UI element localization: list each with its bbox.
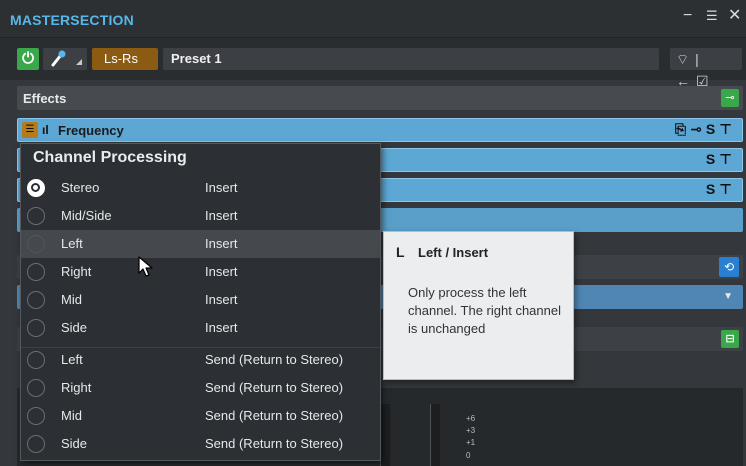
toolbar-actions[interactable]: ⌔|←☑ bbox=[670, 48, 742, 89]
menu-item-label: Mid bbox=[61, 408, 82, 423]
menu-item-label: Left bbox=[61, 236, 83, 251]
mouse-pointer-icon bbox=[138, 256, 153, 277]
power-button[interactable]: ⏻ bbox=[17, 48, 39, 70]
menu-item-left-insert[interactable]: Left Insert bbox=[21, 230, 380, 258]
bypass-toggle-icon[interactable]: ⊟ bbox=[721, 330, 739, 348]
slot-controls[interactable]: ⎘⊸S⊤ bbox=[675, 121, 736, 138]
scale-label: +6 bbox=[466, 414, 476, 423]
tooltip-shortcut-key: L bbox=[396, 244, 405, 260]
radio-selected-icon bbox=[27, 179, 45, 197]
channel-processing-menu: Channel Processing Stereo Insert Mid/Sid… bbox=[20, 143, 381, 461]
menu-item-label: Right bbox=[61, 264, 92, 279]
menu-item-mode: Send (Return to Stereo) bbox=[205, 408, 344, 423]
menu-item-mode: Insert bbox=[205, 208, 238, 223]
menu-item-mode: Send (Return to Stereo) bbox=[205, 380, 344, 395]
effect-slot-name: Frequency bbox=[58, 123, 124, 138]
close-icon[interactable]: ✕ bbox=[728, 8, 741, 24]
chevron-down-icon: ▼ bbox=[723, 291, 733, 302]
master-section-window: MASTERSECTION − ☰ ✕ ⏻ Ls-Rs Preset 1 ⌔|←… bbox=[0, 0, 746, 466]
menu-title: Channel Processing bbox=[33, 149, 187, 166]
effects-header: Effects ⊸ bbox=[17, 86, 743, 110]
menu-item-label: Left bbox=[61, 352, 83, 367]
menu-item-mode: Insert bbox=[205, 320, 238, 335]
dither-icon[interactable]: ⟲ bbox=[719, 257, 739, 277]
channel-routing-dropdown[interactable]: Ls-Rs bbox=[92, 48, 158, 70]
radio-icon bbox=[27, 379, 45, 397]
menu-item-mode: Send (Return to Stereo) bbox=[205, 352, 344, 367]
menu-item-side-insert[interactable]: Side Insert bbox=[21, 314, 380, 342]
meter-column-left bbox=[380, 404, 390, 466]
menu-item-mid-insert[interactable]: Mid Insert bbox=[21, 286, 380, 314]
minimize-icon[interactable]: − bbox=[683, 8, 692, 24]
menu-item-label: Stereo bbox=[61, 180, 100, 195]
menu-item-label: Mid/Side bbox=[61, 208, 112, 223]
radio-icon bbox=[27, 351, 45, 369]
menu-item-mode: Insert bbox=[205, 292, 238, 307]
radio-icon bbox=[27, 407, 45, 425]
tooltip-description: Only process the left channel. The right… bbox=[408, 285, 561, 336]
menu-item-stereo-insert[interactable]: Stereo Insert bbox=[21, 174, 380, 202]
radio-icon bbox=[27, 435, 45, 453]
menu-item-mode: Send (Return to Stereo) bbox=[205, 436, 344, 451]
menu-item-side-send[interactable]: Side Send (Return to Stereo) bbox=[21, 430, 380, 458]
menu-item-right-insert[interactable]: Right Insert bbox=[21, 258, 380, 286]
radio-icon bbox=[27, 207, 45, 225]
radio-icon bbox=[27, 235, 45, 253]
frequency-plugin-icon: ıl bbox=[42, 123, 49, 137]
menu-item-label: Side bbox=[61, 320, 88, 335]
preset-field[interactable]: Preset 1 bbox=[163, 48, 659, 70]
title-bar: MASTERSECTION − ☰ ✕ bbox=[0, 0, 746, 38]
plugin-bypass-icon[interactable]: ⊸ bbox=[721, 89, 739, 107]
scale-label: +3 bbox=[466, 426, 476, 435]
scale-label: +1 bbox=[466, 438, 476, 447]
meter-column-right bbox=[430, 404, 440, 466]
menu-item-left-send[interactable]: Left Send (Return to Stereo) bbox=[21, 346, 380, 374]
menu-item-label: Mid bbox=[61, 292, 82, 307]
menu-item-right-send[interactable]: Right Send (Return to Stereo) bbox=[21, 374, 380, 402]
microphone-button[interactable] bbox=[43, 48, 87, 70]
menu-item-mode: Insert bbox=[205, 264, 238, 279]
microphone-icon bbox=[51, 50, 82, 67]
window-title: MASTERSECTION bbox=[10, 12, 134, 28]
radio-icon bbox=[27, 291, 45, 309]
slot-menu-icon[interactable]: ☰ bbox=[22, 122, 38, 138]
slot-controls[interactable]: S⊤ bbox=[706, 151, 736, 168]
menu-item-midside-insert[interactable]: Mid/Side Insert bbox=[21, 202, 380, 230]
slot-controls[interactable]: S⊤ bbox=[706, 181, 736, 198]
tooltip-heading: Left / Insert bbox=[418, 245, 489, 260]
panel-menu-icon[interactable]: ☰ bbox=[706, 8, 718, 24]
radio-icon bbox=[27, 263, 45, 281]
scale-label: 0 bbox=[466, 451, 471, 460]
effect-slot-frequency[interactable]: ☰ ıl Frequency ⎘⊸S⊤ bbox=[17, 118, 743, 142]
menu-item-label: Right bbox=[61, 380, 92, 395]
radio-icon bbox=[27, 319, 45, 337]
menu-item-mode: Insert bbox=[205, 236, 238, 251]
tooltip: L Left / Insert Only process the left ch… bbox=[383, 231, 574, 380]
menu-item-label: Side bbox=[61, 436, 88, 451]
effects-label: Effects bbox=[23, 91, 67, 106]
menu-item-mid-send[interactable]: Mid Send (Return to Stereo) bbox=[21, 402, 380, 430]
menu-item-mode: Insert bbox=[205, 180, 238, 195]
